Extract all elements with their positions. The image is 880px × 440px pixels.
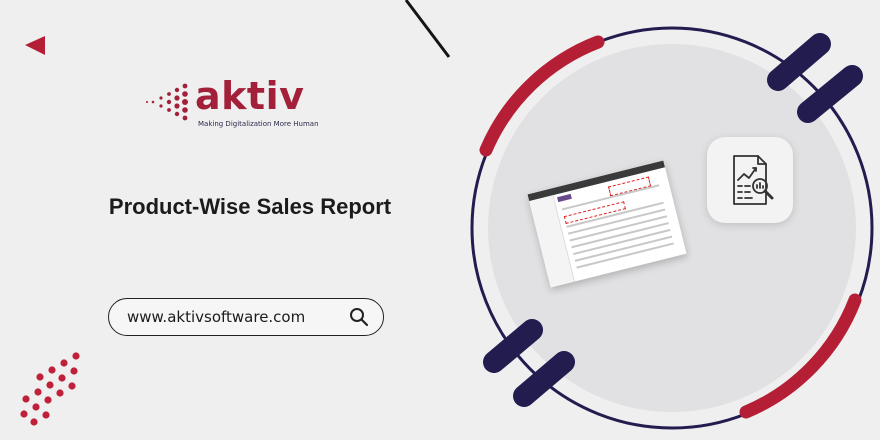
- search-icon[interactable]: [349, 307, 369, 327]
- logo-dot-mark-icon: [146, 83, 188, 121]
- website-url: www.aktivsoftware.com: [127, 308, 306, 326]
- website-search-bar[interactable]: www.aktivsoftware.com: [108, 298, 384, 336]
- aktiv-logo: aktiv Making Digitalization More Human: [145, 74, 335, 132]
- navy-capsule-decoration: [797, 65, 863, 123]
- diagonal-line-decoration: [404, 0, 451, 58]
- report-badge: [707, 137, 793, 223]
- navy-capsule-decoration: [767, 33, 831, 91]
- navy-capsule-decoration: [483, 319, 543, 373]
- brand-tagline: Making Digitalization More Human: [198, 120, 319, 128]
- report-analytics-icon: [733, 155, 774, 205]
- page-title: Product-Wise Sales Report: [108, 194, 392, 219]
- red-dot-pattern: [20, 352, 80, 426]
- brand-name: aktiv: [195, 74, 305, 118]
- red-triangle-decoration: [25, 36, 45, 55]
- screenshot-button: [557, 193, 572, 203]
